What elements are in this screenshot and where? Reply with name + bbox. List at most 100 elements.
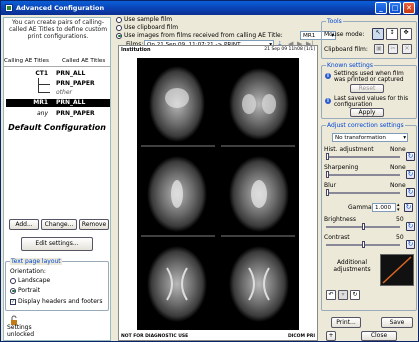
default-configuration[interactable]: Default Configuration bbox=[4, 123, 110, 132]
remove-button[interactable]: Remove bbox=[79, 219, 109, 230]
slider-knob[interactable] bbox=[326, 189, 329, 196]
add-button[interactable]: Add... bbox=[9, 219, 39, 230]
maximize-button[interactable]: □ bbox=[389, 2, 401, 14]
window-level-tool-icon[interactable]: ↕ bbox=[386, 28, 398, 40]
adjust-correction-group: Adjust correction settings No transforma… bbox=[321, 122, 417, 311]
clipboard-film-label: Clipboard film: bbox=[324, 46, 368, 53]
rule-row[interactable]: any PRN_PAPER bbox=[6, 110, 110, 118]
received-films-radio[interactable] bbox=[116, 32, 122, 39]
clipboard-film-radio[interactable] bbox=[116, 24, 122, 31]
called-ae-header: Called AE Titles bbox=[62, 58, 106, 64]
display-headers-checkbox[interactable]: ✓ bbox=[10, 298, 16, 305]
sharpening-slider[interactable] bbox=[326, 171, 400, 178]
save-button[interactable]: Save bbox=[381, 317, 413, 328]
rule-row[interactable]: other bbox=[6, 89, 110, 97]
expand-button[interactable]: + bbox=[326, 331, 336, 341]
orientation-label: Orientation: bbox=[10, 268, 46, 275]
calling-ae-header: Calling AE Titles bbox=[4, 58, 49, 64]
advanced-configuration-window: Advanced Configuration _ □ ✕ You can cre… bbox=[0, 0, 419, 342]
app-icon bbox=[5, 4, 13, 12]
brightness-slider[interactable] bbox=[326, 223, 400, 230]
sharpening-value: None bbox=[390, 164, 406, 171]
landscape-radio[interactable] bbox=[10, 277, 16, 284]
reset-all-icon[interactable]: ↻ bbox=[350, 290, 360, 300]
edit-settings-button[interactable]: Edit settings... bbox=[21, 237, 93, 251]
gamma-input[interactable]: 1.000 bbox=[372, 203, 396, 212]
landscape-label: Landscape bbox=[18, 277, 51, 284]
info-icon: i bbox=[325, 98, 331, 104]
settings-status: Settings unlocked bbox=[7, 324, 35, 338]
reset-hist-icon[interactable]: ↻ bbox=[406, 152, 415, 161]
rule-row[interactable]: CT1 PRN_ALL bbox=[6, 70, 110, 78]
hist-adjustment-label: Hist. adjustment bbox=[324, 146, 374, 153]
reset-sharpening-icon[interactable]: ↻ bbox=[406, 170, 415, 179]
paste-icon[interactable]: ✂ bbox=[388, 44, 398, 54]
brightness-label: Brightness bbox=[324, 216, 356, 223]
called-ae: PRN_ALL bbox=[56, 99, 86, 106]
color-icon[interactable]: ▾ bbox=[338, 290, 348, 300]
curve-preview[interactable] bbox=[380, 254, 414, 286]
gamma-spinner[interactable]: ▴ ▾ bbox=[397, 203, 400, 213]
dicom-print-label: DICOM PRI bbox=[287, 334, 315, 339]
rule-row-selected[interactable]: MR1 PRN_ALL bbox=[6, 99, 110, 107]
print-button[interactable]: Print... bbox=[331, 317, 361, 328]
known-settings-group: Known settings i Settings used when film… bbox=[321, 62, 417, 119]
tools-title: Tools bbox=[326, 18, 343, 25]
mri-film bbox=[137, 58, 299, 330]
hist-adjustment-slider[interactable] bbox=[326, 153, 400, 160]
contrast-value: 50 bbox=[396, 234, 404, 241]
rule-row[interactable]: PRN_PAPER bbox=[6, 80, 110, 88]
reset-gamma-icon[interactable]: ↻ bbox=[404, 203, 413, 212]
portrait-radio[interactable] bbox=[10, 287, 16, 294]
close-window-button[interactable]: ✕ bbox=[403, 2, 415, 14]
chevron-down-icon: ▾ bbox=[403, 135, 406, 141]
apply-button[interactable]: Apply bbox=[350, 108, 384, 117]
sample-film-radio[interactable] bbox=[116, 16, 122, 23]
clear-icon[interactable]: ✕ bbox=[402, 44, 412, 54]
info-icon: i bbox=[325, 73, 331, 79]
blur-value: None bbox=[390, 182, 406, 189]
display-headers-option[interactable]: ✓ Display headers and footers bbox=[10, 298, 102, 305]
sharpening-label: Sharpening bbox=[324, 164, 359, 171]
use-clipboard-film-option[interactable]: Use clipboard film bbox=[116, 24, 178, 31]
reset-button[interactable]: Reset bbox=[350, 84, 384, 93]
brightness-value: 50 bbox=[396, 216, 404, 223]
reset-blur-icon[interactable]: ↻ bbox=[406, 188, 415, 197]
film-preview[interactable]: Institution 21 Sep 09 11h08 [1/1] NOT FO… bbox=[118, 45, 318, 341]
use-received-films-option[interactable]: Use images from films received from call… bbox=[116, 32, 283, 39]
calling-ae-value: MR1 bbox=[303, 33, 316, 39]
contrast-slider[interactable] bbox=[326, 241, 400, 248]
called-ae: other bbox=[56, 89, 72, 96]
slider-knob[interactable] bbox=[362, 241, 365, 248]
additional-adjustments-label: Additional adjustments bbox=[333, 259, 371, 273]
transformation-value: No transformation bbox=[335, 135, 386, 141]
slider-knob[interactable] bbox=[362, 223, 365, 230]
copy-icon[interactable]: ▣ bbox=[374, 44, 384, 54]
slider-knob[interactable] bbox=[326, 171, 329, 178]
pan-tool-icon[interactable]: ✥ bbox=[400, 28, 412, 40]
reset-contrast-icon[interactable]: ↻ bbox=[406, 240, 415, 249]
use-sample-film-option[interactable]: Use sample film bbox=[116, 16, 172, 23]
gamma-value: 1.000 bbox=[375, 205, 392, 211]
received-films-label: Use images from films received from call… bbox=[124, 32, 283, 39]
portrait-label: Portrait bbox=[18, 287, 41, 294]
contrast-label: Contrast bbox=[324, 234, 350, 241]
calling-ae: CT1 bbox=[35, 70, 48, 77]
blur-label: Blur bbox=[324, 182, 337, 189]
tools-group: Tools Mouse mode: ↖ ↕ ✥ Clipboard film: … bbox=[321, 18, 417, 59]
display-headers-label: Display headers and footers bbox=[18, 298, 103, 305]
pointer-tool-icon[interactable]: ↖ bbox=[372, 28, 384, 40]
slider-knob[interactable] bbox=[326, 153, 329, 160]
blur-slider[interactable] bbox=[326, 189, 400, 196]
known-settings-title: Known settings bbox=[326, 62, 374, 69]
mri-scans-image bbox=[141, 66, 295, 322]
undo-icon[interactable]: ↶ bbox=[326, 290, 336, 300]
text-page-layout-group: Text page layout Orientation: Landscape … bbox=[5, 258, 109, 311]
landscape-option[interactable]: Landscape bbox=[10, 277, 50, 284]
close-button[interactable]: Close bbox=[361, 331, 397, 341]
minimize-button[interactable]: _ bbox=[375, 2, 387, 14]
reset-brightness-icon[interactable]: ↻ bbox=[406, 222, 415, 231]
portrait-option[interactable]: Portrait bbox=[10, 287, 40, 294]
change-button[interactable]: Change... bbox=[41, 219, 77, 230]
transformation-select[interactable]: No transformation ▾ bbox=[332, 133, 408, 142]
